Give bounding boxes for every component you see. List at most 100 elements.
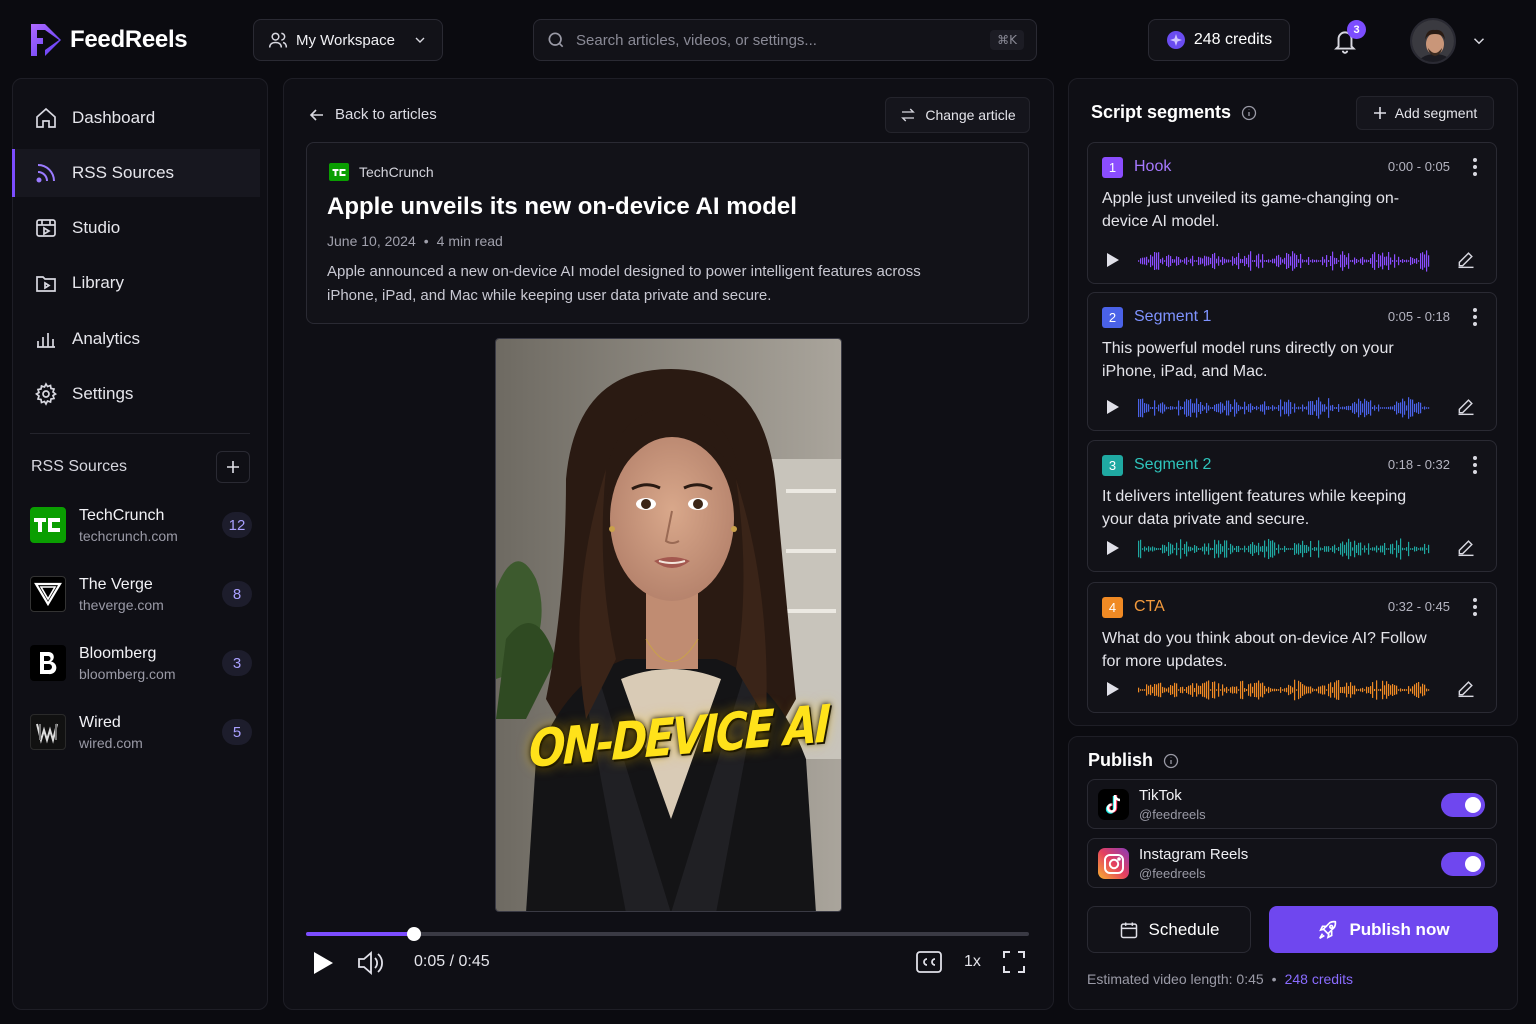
sidebar-divider	[30, 433, 250, 434]
analytics-icon	[37, 333, 55, 348]
nav-label: Studio	[72, 218, 121, 237]
segment-text: What do you think about on-device AI? Fo…	[1102, 630, 1427, 670]
back-to-articles-link[interactable]: Back to articles	[309, 106, 437, 123]
volume-icon[interactable]	[357, 950, 385, 976]
edit-icon[interactable]	[1456, 249, 1476, 269]
workspace-label: My Workspace	[296, 31, 395, 49]
nav-dashboard[interactable]: Dashboard	[12, 94, 260, 142]
instagram-icon	[1098, 848, 1129, 879]
platform-handle: @feedreels	[1139, 807, 1206, 822]
add-segment-button[interactable]: Add segment	[1356, 96, 1494, 130]
segment-card[interactable]: 3 Segment 2 0:18 - 0:32 It delivers inte…	[1087, 440, 1497, 572]
more-options-icon[interactable]	[1472, 597, 1478, 617]
segment-number: 1	[1102, 157, 1123, 178]
plus-icon	[1373, 107, 1386, 119]
tiktok-toggle[interactable]	[1441, 793, 1485, 817]
nav-label: Dashboard	[72, 108, 156, 127]
video-time-label: 0:05 / 0:45	[414, 953, 490, 970]
segment-text: It delivers intelligent features while k…	[1102, 488, 1407, 528]
nav-rss-sources[interactable]: RSS Sources	[12, 149, 260, 197]
audio-waveform	[1138, 250, 1430, 272]
user-avatar[interactable]	[1410, 18, 1456, 64]
info-icon[interactable]	[1163, 753, 1179, 769]
info-icon[interactable]	[1241, 105, 1257, 121]
change-article-button[interactable]: Change article	[885, 97, 1030, 133]
source-name: The Verge	[79, 575, 153, 593]
segment-time: 0:18 - 0:32	[1387, 457, 1450, 472]
source-count-badge: 12	[222, 512, 252, 538]
nav-analytics[interactable]: Analytics	[12, 315, 260, 363]
segment-number: 2	[1102, 307, 1123, 328]
wired-logo-icon	[30, 714, 66, 750]
nav-label: RSS Sources	[72, 163, 175, 182]
segment-play-icon[interactable]	[1106, 252, 1120, 268]
techcrunch-small-icon	[329, 163, 349, 181]
chevron-down-icon	[415, 37, 425, 43]
notification-badge: 3	[1347, 20, 1366, 39]
source-name: TechCrunch	[79, 506, 165, 524]
back-label: Back to articles	[335, 106, 437, 123]
segment-play-icon[interactable]	[1106, 540, 1120, 556]
play-button[interactable]	[311, 950, 335, 976]
nav-studio[interactable]: Studio	[12, 204, 260, 252]
platform-instagram-reels: Instagram Reels @feedreels	[1087, 838, 1497, 888]
nav-settings[interactable]: Settings	[12, 370, 260, 418]
segment-card[interactable]: 4 CTA 0:32 - 0:45 What do you think abou…	[1087, 582, 1497, 713]
segment-play-icon[interactable]	[1106, 681, 1120, 697]
publish-now-label: Publish now	[1349, 919, 1450, 939]
gear-icon	[35, 382, 57, 406]
platform-handle: @feedreels	[1139, 866, 1206, 881]
closed-captions-icon[interactable]	[916, 951, 942, 973]
segments-heading: Script segments	[1091, 102, 1257, 123]
segment-time: 0:05 - 0:18	[1387, 309, 1450, 324]
edit-icon[interactable]	[1456, 537, 1476, 557]
edit-icon[interactable]	[1456, 396, 1476, 416]
source-item-techcrunch[interactable]: TechCrunch techcrunch.com 12	[30, 500, 252, 550]
audio-waveform	[1138, 397, 1430, 419]
segment-name: Segment 1	[1134, 308, 1212, 325]
app-logo[interactable]: FeedReels	[28, 22, 188, 58]
rocket-icon	[1319, 920, 1337, 939]
playback-speed-button[interactable]: 1x	[964, 953, 981, 971]
video-preview[interactable]	[495, 338, 842, 912]
instagram-toggle[interactable]	[1441, 852, 1485, 876]
search-icon	[548, 32, 564, 48]
segment-text: This powerful model runs directly on you…	[1102, 340, 1394, 380]
audio-waveform	[1138, 538, 1430, 560]
video-progress-fill	[306, 932, 415, 936]
tiktok-icon	[1098, 789, 1129, 820]
credits-label: 248 credits	[1193, 31, 1273, 48]
change-article-label: Change article	[925, 107, 1016, 123]
schedule-button[interactable]: Schedule	[1087, 906, 1251, 953]
credits-icon	[1166, 31, 1185, 49]
source-item-the-verge[interactable]: The Verge theverge.com 8	[30, 569, 252, 619]
credits-button[interactable]: 248 credits	[1148, 19, 1290, 61]
segments-heading-label: Script segments	[1091, 102, 1232, 122]
workspace-switcher[interactable]: My Workspace	[253, 19, 443, 61]
platform-name: Instagram Reels	[1139, 846, 1249, 863]
segment-card[interactable]: 2 Segment 1 0:05 - 0:18 This powerful mo…	[1087, 292, 1497, 431]
edit-icon[interactable]	[1456, 678, 1476, 698]
source-item-bloomberg[interactable]: Bloomberg bloomberg.com 3	[30, 638, 252, 688]
search-bar[interactable]: ⌘K	[533, 19, 1037, 61]
rss-sources-heading: RSS Sources	[31, 458, 128, 475]
source-count-badge: 8	[222, 581, 252, 607]
studio-icon	[36, 219, 56, 237]
publish-now-button[interactable]: Publish now	[1269, 906, 1498, 953]
fullscreen-icon[interactable]	[1003, 951, 1025, 973]
add-source-button[interactable]	[216, 451, 250, 483]
arrow-left-icon	[309, 108, 323, 121]
nav-library[interactable]: Library	[12, 259, 260, 307]
users-icon	[268, 32, 288, 48]
publish-heading-label: Publish	[1088, 750, 1154, 770]
segment-play-icon[interactable]	[1106, 399, 1120, 415]
nav-label: Settings	[72, 384, 134, 403]
more-options-icon[interactable]	[1472, 157, 1478, 177]
article-read-time: 4 min read	[436, 233, 503, 249]
search-input[interactable]	[576, 31, 981, 49]
account-chevron-icon[interactable]	[1470, 32, 1488, 50]
more-options-icon[interactable]	[1472, 307, 1478, 327]
segment-card[interactable]: 1 Hook 0:00 - 0:05 Apple just unveiled i…	[1087, 142, 1497, 284]
more-options-icon[interactable]	[1472, 455, 1478, 475]
source-item-wired[interactable]: Wired wired.com 5	[30, 707, 252, 757]
